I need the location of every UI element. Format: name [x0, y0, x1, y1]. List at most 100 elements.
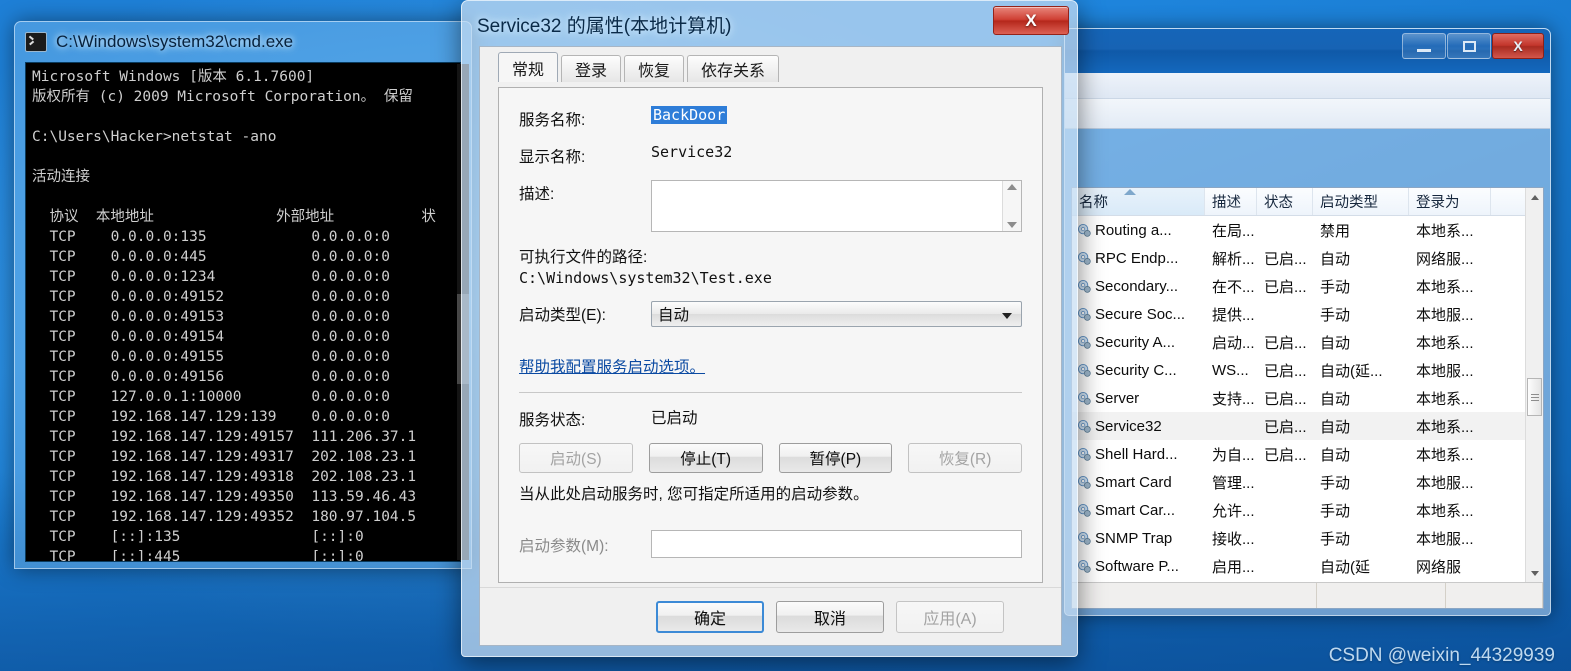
services-listview[interactable]: 名称 描述 状态 启动类型 登录为 Routing a... 在局... 禁用 本地系... R… [1071, 187, 1544, 609]
chevron-up-icon [1007, 184, 1017, 190]
cmd-window[interactable]: C:\Windows\system32\cmd.exe Microsoft Wi… [14, 21, 472, 569]
table-cell-1: Shell Hard... [1095, 445, 1178, 463]
tab-3[interactable]: 恢复 [624, 55, 685, 82]
table-cell-5: 本地服... [1416, 306, 1474, 324]
startup-type-select[interactable]: 自动 [651, 301, 1022, 327]
table-row[interactable]: Security A... 启动... 已启... 自动 本地系... [1072, 328, 1543, 356]
console-icon [25, 32, 47, 52]
table-row[interactable]: SNMP Trap 接收... 手动 本地服... [1072, 524, 1543, 552]
description-scrollbar[interactable] [1002, 181, 1021, 231]
table-row[interactable]: Secondary... 在不... 已启... 手动 本地系... [1072, 272, 1543, 300]
field-startup-type: 启动类型(E): 自动 [519, 301, 1022, 327]
startup-params-note: 当从此处启动服务时, 您可指定所适用的启动参数。 [519, 486, 869, 503]
table-cell-2: WS... [1212, 361, 1249, 379]
service-name-value[interactable]: BackDoor [651, 106, 728, 124]
table-row[interactable]: Service32 已启... 自动 本地系... [1072, 412, 1543, 440]
table-cell-5: 本地系... [1416, 446, 1474, 464]
table-cell-5: 本地系... [1416, 502, 1474, 520]
table-cell-2: 启用... [1212, 558, 1255, 576]
service-control-buttons: 启动(S) 停止(T) 暂停(P) 恢复(R) [519, 443, 1022, 473]
service-gear-icon [1077, 335, 1092, 350]
footer-button-2[interactable]: 取消 [776, 600, 884, 633]
table-row[interactable]: Smart Car... 允许... 手动 本地系... [1072, 496, 1543, 524]
table-cell-3: 已启... [1264, 334, 1307, 352]
table-row[interactable]: Server 支持... 已启... 自动 本地系... [1072, 384, 1543, 412]
table-row[interactable]: Security C... WS... 已启... 自动(延... 本地服... [1072, 356, 1543, 384]
table-row[interactable]: Routing a... 在局... 禁用 本地系... [1072, 216, 1543, 244]
description-value[interactable] [652, 181, 1002, 231]
table-cell-1: Smart Car... [1095, 501, 1176, 519]
table-row[interactable]: Software P... 启用... 自动(延 网络服 [1072, 552, 1543, 580]
table-cell-1: RPC Endp... [1095, 249, 1179, 267]
field-service-status: 服务状态: 已启动 [519, 406, 1022, 430]
table-row[interactable]: Shell Hard... 为自... 已启... 自动 本地系... [1072, 440, 1543, 468]
table-row[interactable]: RPC Endp... 解析... 已启... 自动 网络服... [1072, 244, 1543, 272]
table-cell-1: Security A... [1095, 333, 1176, 351]
display-name-label: 显示名称: [519, 149, 586, 166]
field-display-name: 显示名称: Service32 [519, 143, 1022, 167]
tab-4[interactable]: 依存关系 [687, 55, 780, 82]
service-gear-icon [1077, 363, 1092, 378]
cmd-titlebar[interactable]: C:\Windows\system32\cmd.exe [17, 24, 469, 60]
desc-scroll-down-button[interactable] [1003, 222, 1021, 228]
dialog-close-button[interactable]: X [993, 6, 1069, 35]
column-header-3[interactable]: 状态 [1257, 188, 1313, 215]
executable-path-label: 可执行文件的路径: [519, 249, 648, 266]
table-cell-5: 本地服... [1416, 362, 1474, 380]
table-cell-4: 自动 [1320, 390, 1351, 408]
start-params-input[interactable] [651, 530, 1022, 558]
table-row[interactable]: Secure Soc... 提供... 手动 本地服... [1072, 300, 1543, 328]
description-textarea[interactable] [651, 180, 1022, 232]
display-name-value[interactable]: Service32 [651, 143, 732, 161]
service-gear-icon [1077, 279, 1092, 294]
tab-panel-general: 服务名称: BackDoor 显示名称: Service32 描述: 可执行文件… [498, 87, 1043, 583]
close-button[interactable]: X [1492, 33, 1544, 59]
table-cell-2: 在局... [1212, 222, 1255, 240]
table-cell-1: Service32 [1095, 417, 1162, 435]
table-cell-1: Software P... [1095, 557, 1179, 575]
services-window[interactable]: X 名称 描述 状态 启动类型 登录为 Routing a... 在局... 禁用 本地系..… [1064, 28, 1551, 616]
service-gear-icon [1077, 251, 1092, 266]
table-cell-4: 自动(延 [1320, 558, 1370, 576]
scrollbar-thumb[interactable] [1527, 378, 1542, 416]
service-control-button-2[interactable]: 停止(T) [648, 443, 763, 473]
service-control-button-3[interactable]: 暂停(P) [778, 443, 893, 473]
table-cell-5: 本地系... [1416, 418, 1474, 436]
listview-vertical-scrollbar[interactable] [1525, 188, 1543, 582]
scroll-down-button[interactable] [1526, 564, 1543, 582]
chevron-down-icon [1530, 570, 1539, 576]
column-header-1[interactable]: 名称 [1072, 188, 1205, 215]
minimize-icon [1417, 48, 1431, 52]
maximize-button[interactable] [1447, 33, 1491, 59]
dialog-titlebar[interactable]: Service32 的属性(本地计算机) X [465, 4, 1074, 44]
tab-2[interactable]: 登录 [561, 55, 622, 82]
help-startup-options-link[interactable]: 帮助我配置服务启动选项。 [519, 355, 705, 377]
table-cell-3: 已启... [1264, 446, 1307, 464]
column-header-5[interactable]: 登录为 [1409, 188, 1491, 215]
footer-button-1[interactable]: 确定 [656, 600, 764, 633]
table-cell-1: Secure Soc... [1095, 305, 1186, 323]
tab-1[interactable]: 常规 [498, 52, 559, 82]
table-cell-2: 接收... [1212, 530, 1255, 548]
service-control-button-1: 启动(S) [519, 443, 633, 473]
service-gear-icon [1077, 447, 1092, 462]
column-header-2[interactable]: 描述 [1205, 188, 1257, 215]
listview-rows: Routing a... 在局... 禁用 本地系... RPC Endp... 解析..… [1072, 216, 1543, 582]
services-menubar[interactable] [1065, 73, 1550, 99]
table-cell-2: 为自... [1212, 446, 1255, 464]
services-toolbar[interactable] [1065, 99, 1550, 129]
table-cell-2: 启动... [1212, 334, 1255, 352]
desc-scroll-up-button[interactable] [1003, 184, 1021, 190]
cmd-title-text: C:\Windows\system32\cmd.exe [56, 32, 294, 51]
table-cell-1: Security C... [1095, 361, 1177, 379]
scroll-up-button[interactable] [1526, 188, 1543, 206]
column-header-4[interactable]: 启动类型 [1313, 188, 1409, 215]
window-controls: X [1401, 33, 1544, 59]
table-cell-2: 解析... [1212, 250, 1255, 268]
minimize-button[interactable] [1402, 33, 1446, 59]
service-status-value: 已启动 [651, 410, 698, 427]
services-titlebar[interactable]: X [1065, 29, 1550, 73]
service-properties-dialog[interactable]: Service32 的属性(本地计算机) X 常规 登录 恢复 依存关系 服务名称: … [461, 0, 1078, 657]
cmd-console-output[interactable]: Microsoft Windows [版本 6.1.7600] 版权所有 (c)… [25, 62, 461, 562]
table-row[interactable]: Smart Card 管理... 手动 本地服... [1072, 468, 1543, 496]
